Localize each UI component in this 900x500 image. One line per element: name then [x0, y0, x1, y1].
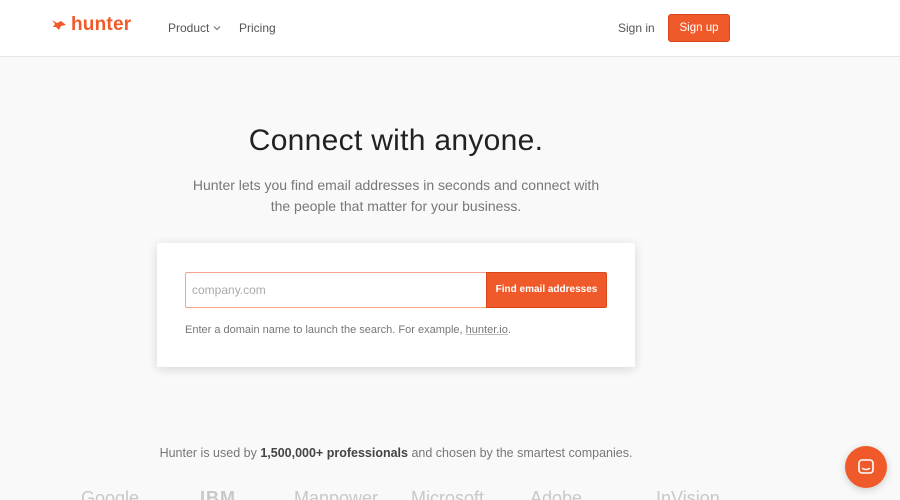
hero-title: Connect with anyone.: [248, 124, 544, 157]
example-domain-link[interactable]: hunter.io: [466, 324, 508, 336]
social-proof-highlight: 1,500,000+ professionals: [260, 446, 408, 460]
customer-logo: IBM: [200, 488, 236, 500]
nav-pricing-link[interactable]: Pricing: [239, 20, 276, 36]
find-email-button[interactable]: Find email addresses: [486, 272, 607, 308]
domain-search-card: Find email addresses Enter a domain name…: [157, 243, 635, 367]
customer-logo: Microsoft: [411, 488, 485, 500]
social-proof-suffix: and chosen by the smartest companies.: [411, 446, 633, 460]
customer-logo: Adobe: [530, 488, 583, 500]
fox-logo-icon: [52, 20, 66, 30]
search-hint: Enter a domain name to launch the search…: [185, 324, 511, 336]
customer-logos: Google IBM Manpower Microsoft Adobe InVi…: [0, 486, 792, 500]
signup-button[interactable]: Sign up: [668, 14, 730, 42]
nav-product-menu[interactable]: Product: [168, 20, 221, 36]
social-proof: Hunter is used by 1,500,000+ professiona…: [0, 446, 792, 460]
search-hint-text: Enter a domain name to launch the search…: [185, 324, 463, 336]
nav-product-label: Product: [168, 21, 210, 35]
signin-link[interactable]: Sign in: [618, 20, 655, 36]
chevron-down-icon: [213, 26, 221, 31]
hero-subtitle: Hunter lets you find email addresses in …: [192, 177, 600, 214]
domain-search-input[interactable]: [185, 272, 487, 308]
customer-logo: Google: [81, 488, 140, 500]
brand-logo[interactable]: hunter: [51, 15, 131, 35]
search-hint-suffix: .: [507, 324, 511, 336]
top-navbar: hunter Product Pricing Sign in Sign up: [0, 0, 900, 57]
brand-name: hunter: [71, 14, 132, 35]
chat-launcher-button[interactable]: [845, 446, 887, 488]
chat-bubble-icon: [858, 459, 874, 474]
customer-logo: Manpower: [294, 488, 379, 500]
social-proof-prefix: Hunter is used by: [159, 446, 257, 460]
customer-logo: InVision: [656, 488, 720, 500]
